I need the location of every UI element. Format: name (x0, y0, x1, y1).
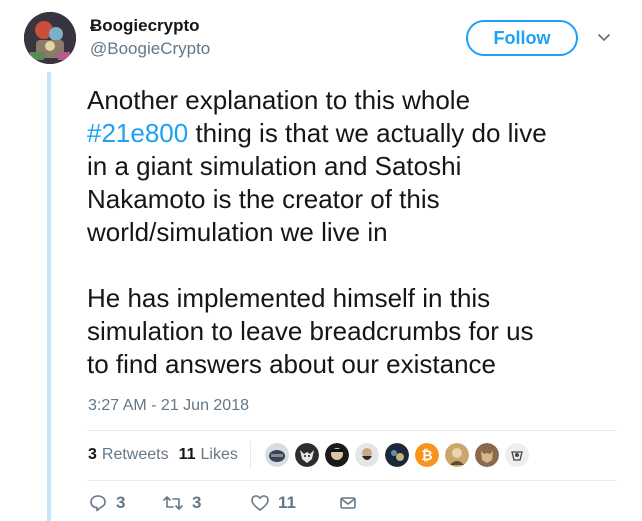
direct-message-button[interactable] (338, 493, 366, 513)
hashtag-link[interactable]: #21e800 (87, 118, 188, 148)
chevron-down-icon[interactable] (595, 28, 613, 46)
thread-line (47, 72, 51, 521)
tweet-line-text: thing is that we actually do live (188, 118, 547, 148)
divider (87, 480, 617, 481)
like-button[interactable]: 11 (250, 493, 338, 513)
retweets-count: 3 (88, 446, 97, 463)
like-count: 11 (278, 493, 296, 512)
tweet-line: He has implemented himself in this (87, 283, 491, 313)
sketch-avatar[interactable] (504, 443, 529, 467)
face-avatar[interactable] (324, 443, 349, 467)
likes-count: 11 (178, 446, 196, 463)
tweet-line: #21e800 thing is that we actually do liv… (87, 117, 627, 150)
helmet-avatar[interactable] (264, 443, 289, 467)
likes-stat[interactable]: 11 Likes (179, 446, 238, 464)
cat-avatar[interactable] (474, 443, 499, 467)
dark-avatar[interactable] (384, 443, 409, 467)
svg-text:₿: ₿ (421, 448, 432, 464)
engagement-stats: 3 Retweets 11 Likes ₿ (88, 441, 535, 469)
tweet-card: Ƀoogiecrypto @BoogieCrypto Follow Anothe… (0, 0, 642, 521)
envelope-icon (340, 497, 356, 509)
user-handle[interactable]: @BoogieCrypto (90, 39, 210, 59)
likes-label: Likes (200, 446, 238, 463)
tweet-actions: 3 3 11 (88, 491, 366, 515)
reply-count: 3 (116, 493, 126, 512)
tweet-timestamp[interactable]: 3:27 AM - 21 Jun 2018 (88, 397, 249, 415)
user-avatar[interactable] (24, 12, 76, 64)
tweet-line: Nakamoto is the creator of this (87, 184, 440, 214)
divider (87, 430, 617, 431)
display-name[interactable]: Ƀoogiecrypto (90, 16, 200, 36)
retweet-button[interactable]: 3 (162, 493, 250, 513)
retweet-count: 3 (192, 493, 202, 512)
portrait-avatar[interactable] (444, 443, 469, 467)
tweet-line: in a giant simulation and Satoshi (87, 151, 462, 181)
stats-separator (249, 441, 251, 469)
follow-button[interactable]: Follow (466, 20, 578, 56)
wolf-avatar[interactable] (294, 443, 319, 467)
retweets-stat[interactable]: 3 Retweets (88, 446, 169, 464)
heart-icon (251, 495, 269, 511)
retweets-label: Retweets (101, 446, 169, 463)
reply-button[interactable]: 3 (88, 493, 162, 513)
tweet-text: Another explanation to this whole #21e80… (87, 84, 627, 381)
tweet-line: Another explanation to this whole (87, 85, 471, 115)
tweet-line: to find answers about our existance (87, 349, 497, 379)
liker-avatars: ₿ (264, 443, 535, 467)
bearded-avatar[interactable] (354, 443, 379, 467)
reply-icon (90, 495, 106, 512)
tweet-line: world/simulation we live in (87, 217, 388, 247)
retweet-icon (163, 496, 183, 510)
tweet-line: simulation to leave breadcrumbs for us (87, 316, 534, 346)
bitcoin-avatar[interactable]: ₿ (414, 443, 439, 467)
